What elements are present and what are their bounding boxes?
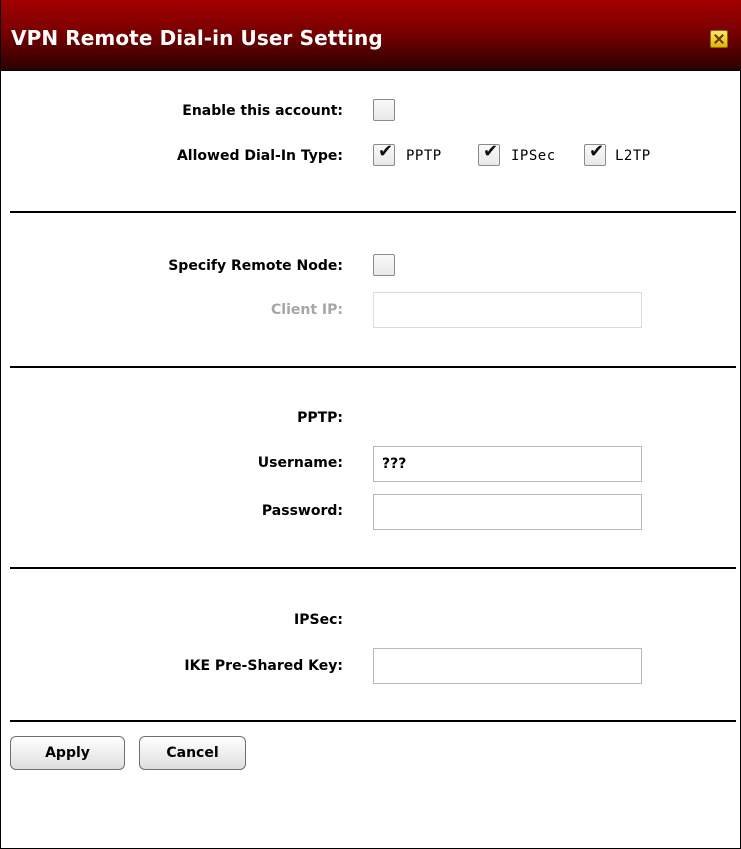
ike-psk-label: IKE Pre-Shared Key: bbox=[184, 658, 343, 674]
vpn-user-setting-dialog: VPN Remote Dial-in User Setting Enable t… bbox=[0, 0, 741, 849]
l2tp-type-label: L2TP bbox=[615, 148, 651, 164]
pptp-type-checkbox[interactable]: ✔ bbox=[373, 141, 395, 166]
pptp-type-label: PPTP bbox=[406, 148, 442, 164]
check-icon: ✔ bbox=[589, 141, 605, 162]
dialin-type-label: Allowed Dial-In Type: bbox=[176, 148, 343, 164]
title-bar: VPN Remote Dial-in User Setting bbox=[1, 0, 741, 71]
dialog-title: VPN Remote Dial-in User Setting bbox=[11, 26, 383, 50]
check-icon: ✔ bbox=[378, 141, 394, 162]
enable-account-checkbox[interactable] bbox=[373, 99, 395, 121]
l2tp-type-checkbox[interactable]: ✔ bbox=[584, 141, 606, 166]
ipsec-type-checkbox[interactable]: ✔ bbox=[478, 141, 500, 166]
close-icon[interactable] bbox=[710, 30, 728, 48]
username-label: Username: bbox=[257, 455, 343, 471]
check-icon: ✔ bbox=[483, 141, 499, 162]
section-divider bbox=[10, 211, 736, 213]
section-divider bbox=[10, 720, 736, 722]
ipsec-type-label: IPSec bbox=[511, 148, 556, 164]
password-field[interactable] bbox=[373, 494, 642, 530]
cancel-button[interactable]: Cancel bbox=[139, 736, 246, 770]
client-ip-label: Client IP: bbox=[271, 302, 343, 318]
username-field[interactable] bbox=[373, 446, 642, 482]
section-divider bbox=[10, 366, 736, 368]
pptp-section-label: PPTP: bbox=[297, 410, 343, 426]
enable-account-label: Enable this account: bbox=[182, 103, 343, 119]
apply-button[interactable]: Apply bbox=[10, 736, 125, 770]
client-ip-field[interactable] bbox=[373, 292, 642, 328]
ipsec-section-label: IPSec: bbox=[294, 612, 343, 628]
specify-remote-node-checkbox[interactable] bbox=[373, 254, 395, 276]
section-divider bbox=[10, 567, 736, 569]
ike-psk-field[interactable] bbox=[373, 648, 642, 684]
password-label: Password: bbox=[261, 503, 343, 519]
specify-remote-node-label: Specify Remote Node: bbox=[168, 258, 343, 274]
